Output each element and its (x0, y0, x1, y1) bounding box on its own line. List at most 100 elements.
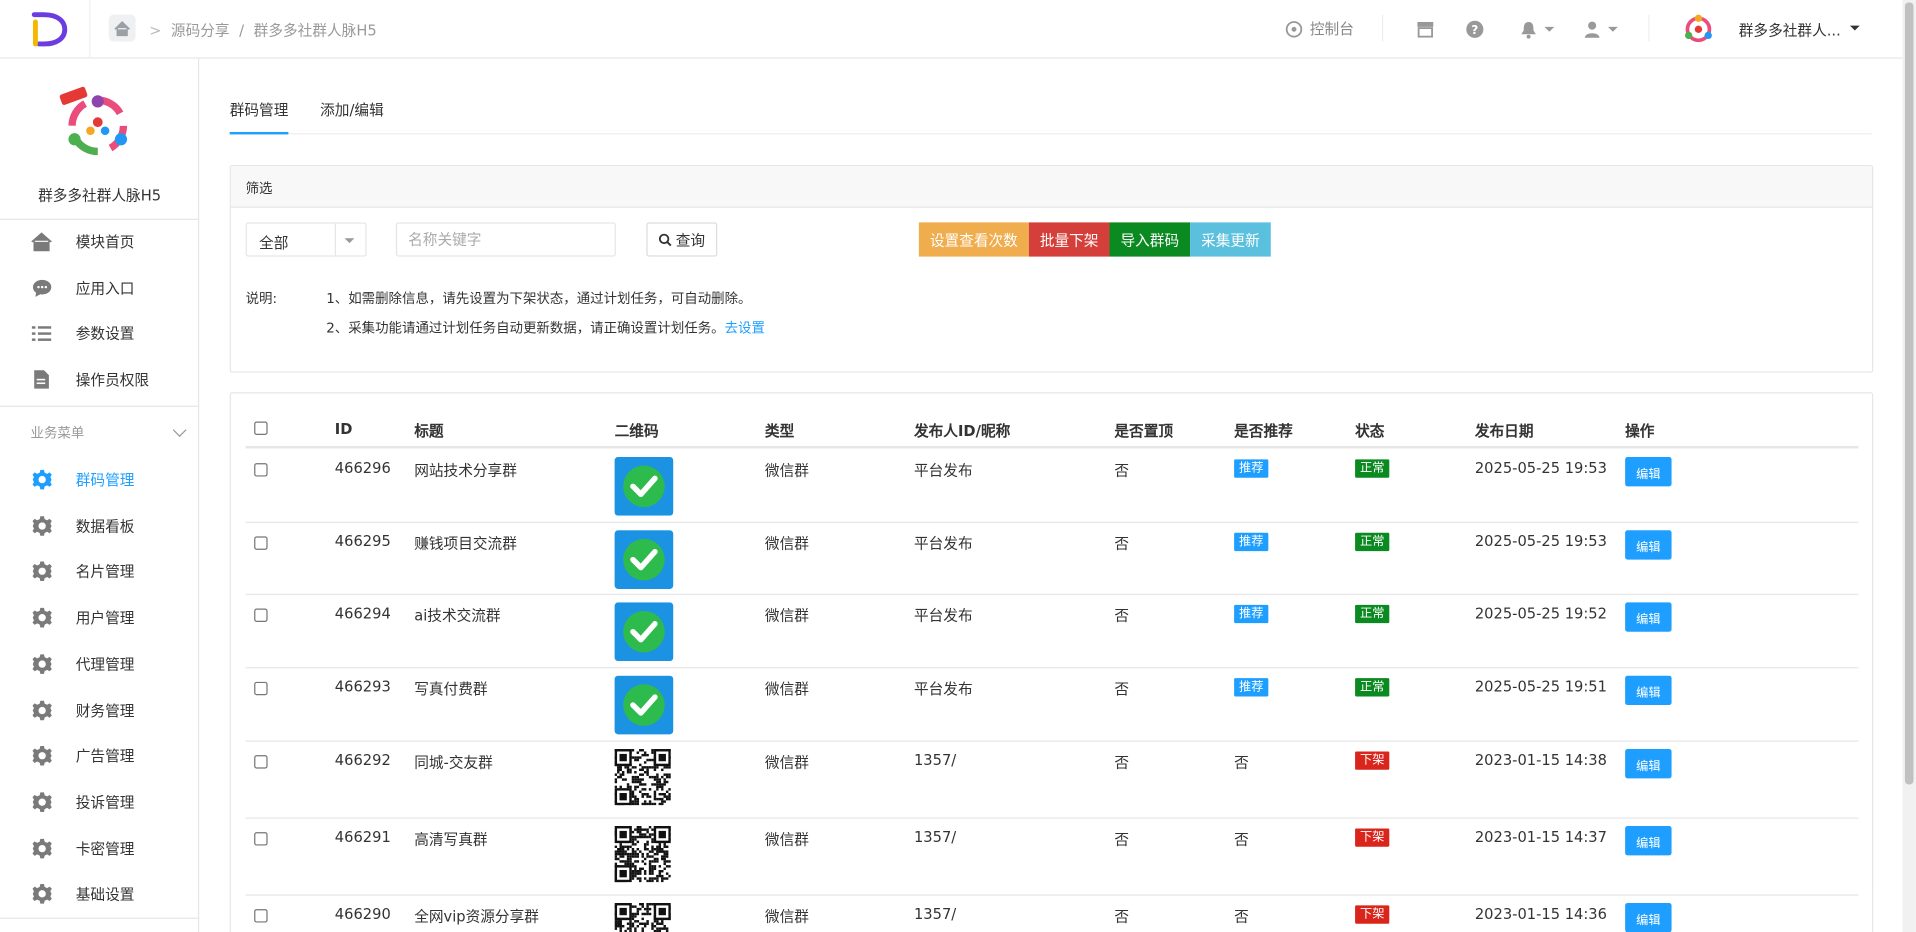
note-line-2: 2、采集功能请通过计划任务自动更新数据，请正确设置计划任务。去设置 (326, 318, 765, 338)
column-header: 是否置顶 (1114, 422, 1174, 440)
sidebar-item-label: 广告管理 (75, 748, 135, 766)
row-pinned: 否 (1114, 607, 1130, 625)
sidebar-item-settings[interactable]: 参数设置 (0, 310, 199, 355)
console-link[interactable]: 控制台 (1285, 18, 1354, 39)
select-all-checkbox[interactable] (254, 421, 268, 435)
row-checkbox[interactable] (254, 608, 268, 622)
row-publisher: 平台发布 (913, 461, 973, 479)
toolbar-divider (1381, 14, 1384, 42)
sidebar-item-business-0[interactable]: 群码管理 (0, 457, 199, 502)
row-title: 全网vip资源分享群 (414, 907, 539, 925)
tab-qr-management[interactable]: 群码管理 (229, 100, 289, 135)
sidebar-item-label: 卡密管理 (75, 840, 135, 858)
keyword-search-input[interactable] (395, 222, 616, 257)
row-id: 466294 (334, 604, 391, 622)
row-date: 2025-05-25 19:52 (1474, 604, 1607, 622)
notification-bell-icon[interactable] (1520, 18, 1555, 40)
sidebar: 群多多社群人脉H5 模块首页 应用入口 参数设置 操作员权限 业务菜单 群码管理… (0, 58, 200, 932)
sidebar-item-app-entry[interactable]: 应用入口 (0, 265, 199, 310)
qr-code-image[interactable] (614, 902, 674, 932)
row-title: 高清写真群 (414, 830, 488, 848)
status-badge: 下架 (1355, 905, 1390, 924)
scrollbar-thumb[interactable] (1904, 2, 1914, 785)
sidebar-item-business-8[interactable]: 卡密管理 (0, 826, 199, 871)
qr-placeholder-check-icon[interactable] (614, 456, 674, 516)
edit-button[interactable]: 编辑 (1625, 530, 1672, 560)
edit-button[interactable]: 编辑 (1625, 749, 1672, 779)
row-checkbox[interactable] (254, 681, 268, 696)
filter-panel: 筛选 全部 查询 设置查看次数 批量下架 导入群码 采集更新 说明: 1、如需删… (229, 164, 1874, 373)
select-divider (334, 223, 337, 256)
sidebar-item-business-3[interactable]: 用户管理 (0, 595, 199, 640)
go-settings-link[interactable]: 去设置 (725, 320, 765, 336)
status-badge: 下架 (1355, 828, 1390, 847)
status-badge: 正常 (1355, 604, 1390, 624)
set-view-count-button[interactable]: 设置查看次数 (918, 222, 1029, 257)
row-pinned: 否 (1114, 680, 1130, 698)
batch-unlist-button[interactable]: 批量下架 (1028, 222, 1110, 257)
row-type: 微信群 (764, 907, 809, 925)
user-menu-icon[interactable] (1584, 18, 1618, 40)
row-checkbox[interactable] (254, 755, 268, 769)
sidebar-group-business-menu[interactable]: 业务菜单 (0, 411, 199, 455)
select-value: 全部 (259, 234, 289, 252)
row-pinned: 否 (1114, 830, 1130, 848)
sidebar-item-label: 代理管理 (75, 655, 135, 674)
query-button[interactable]: 查询 (646, 222, 718, 257)
sidebar-item-business-9[interactable]: 基础设置 (0, 872, 199, 917)
qr-placeholder-check-icon[interactable] (614, 530, 674, 589)
row-checkbox[interactable] (254, 909, 268, 923)
row-type: 微信群 (764, 461, 809, 479)
avatar[interactable] (1679, 10, 1718, 49)
type-select[interactable]: 全部 (245, 222, 367, 257)
import-qr-button[interactable]: 导入群码 (1109, 222, 1191, 257)
row-id: 466292 (334, 751, 391, 769)
app-logo-large (59, 86, 128, 156)
breadcrumb-item[interactable]: 源码分享 (171, 22, 230, 39)
edit-button[interactable]: 编辑 (1625, 675, 1672, 706)
app-logo[interactable] (29, 11, 68, 48)
edit-button[interactable]: 编辑 (1625, 826, 1672, 856)
sidebar-item-business-5[interactable]: 财务管理 (0, 687, 199, 732)
chevron-down-icon (172, 423, 187, 438)
help-icon[interactable]: ? (1464, 18, 1486, 40)
row-pinned: 否 (1114, 907, 1130, 925)
edit-button[interactable]: 编辑 (1625, 902, 1672, 932)
page-scrollbar[interactable] (1902, 0, 1916, 932)
qr-code-image[interactable] (614, 749, 674, 808)
sidebar-item-business-4[interactable]: 代理管理 (0, 641, 199, 686)
column-header: 类型 (764, 422, 795, 440)
sidebar-item-home[interactable]: 模块首页 (0, 219, 199, 264)
gear-icon (31, 561, 53, 583)
qr-placeholder-check-icon[interactable] (614, 675, 674, 735)
row-date: 2023-01-15 14:37 (1474, 828, 1607, 846)
home-icon[interactable] (108, 14, 136, 42)
chevron-down-icon (1544, 26, 1555, 32)
chevron-down-icon[interactable] (1849, 25, 1860, 31)
collect-update-button[interactable]: 采集更新 (1190, 222, 1271, 257)
search-icon (658, 233, 672, 246)
sidebar-item-business-2[interactable]: 名片管理 (0, 549, 199, 594)
note-line-2-text: 2、采集功能请通过计划任务自动更新数据，请正确设置计划任务。 (326, 320, 725, 337)
sidebar-item-operator-permissions[interactable]: 操作员权限 (0, 357, 199, 402)
sidebar-item-business-1[interactable]: 数据看板 (0, 503, 199, 548)
sidebar-item-label: 操作员权限 (75, 371, 150, 389)
row-checkbox[interactable] (254, 832, 268, 846)
sidebar-item-label: 名片管理 (75, 563, 135, 581)
table-header: ID 标题 二维码 类型 发布人ID/昵称 是否置顶 是否推荐 状态 发布日期 … (245, 411, 1859, 449)
user-name[interactable]: 群多多社群人... (1739, 20, 1841, 41)
row-pinned: 否 (1114, 753, 1130, 772)
store-icon[interactable] (1414, 18, 1436, 40)
tab-add-edit[interactable]: 添加/编辑 (320, 100, 384, 134)
edit-button[interactable]: 编辑 (1625, 602, 1672, 632)
row-checkbox[interactable] (254, 463, 268, 477)
qr-code-image[interactable] (614, 826, 674, 885)
qr-placeholder-check-icon[interactable] (614, 602, 674, 662)
toolbar-divider (1648, 14, 1650, 42)
row-checkbox[interactable] (254, 536, 268, 550)
sidebar-item-label: 群码管理 (75, 471, 135, 489)
row-date: 2025-05-25 19:53 (1474, 459, 1607, 477)
sidebar-item-business-6[interactable]: 广告管理 (0, 733, 199, 778)
edit-button[interactable]: 编辑 (1625, 456, 1672, 487)
sidebar-item-business-7[interactable]: 投诉管理 (0, 779, 199, 824)
